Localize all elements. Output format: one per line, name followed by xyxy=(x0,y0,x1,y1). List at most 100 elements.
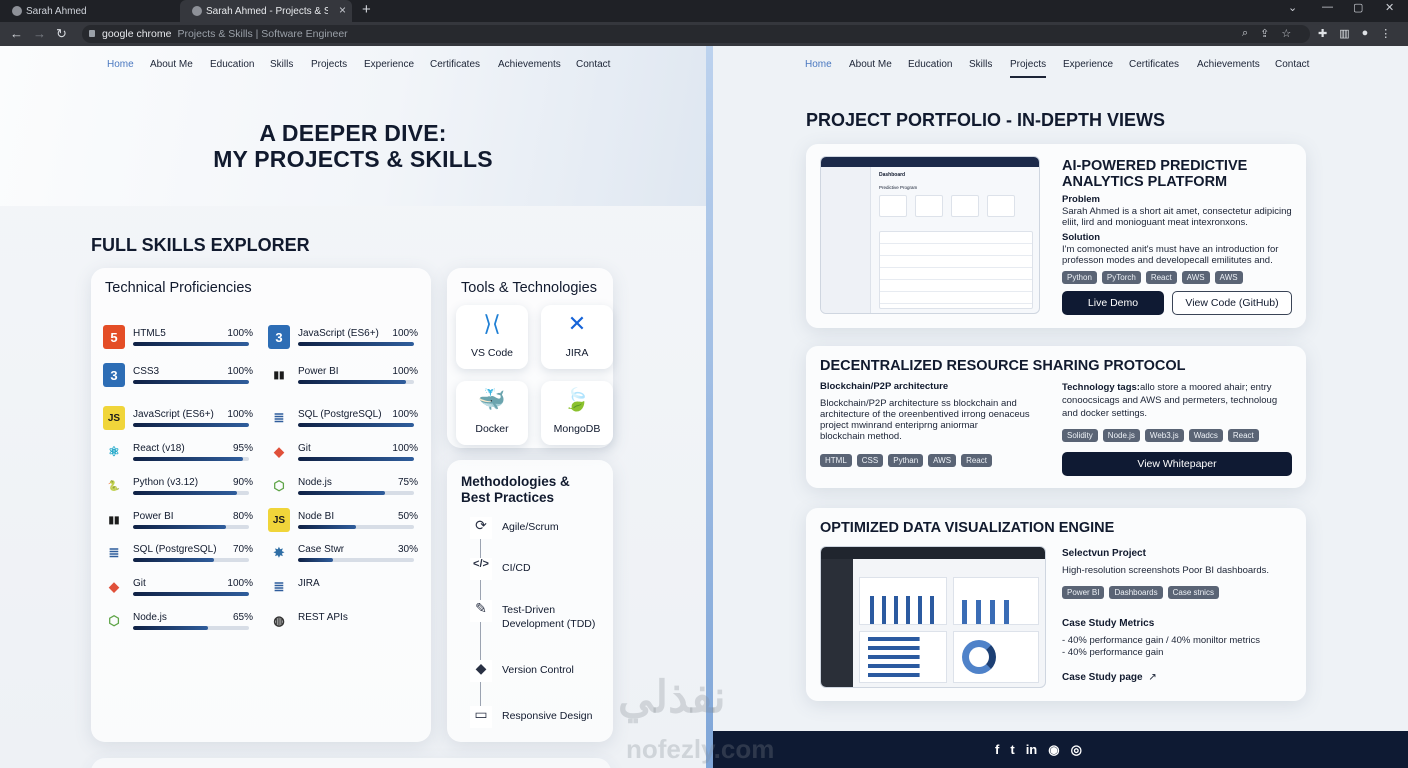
live-demo-button[interactable]: Live Demo xyxy=(1062,291,1164,315)
database-icon: ≣ xyxy=(108,545,120,560)
nav-about[interactable]: About Me xyxy=(150,59,193,70)
maximize-icon[interactable]: ▢ xyxy=(1353,1,1363,14)
extension-icons: ✚ ▥ ● ⋮ xyxy=(1318,27,1391,40)
close-tab-icon[interactable]: × xyxy=(339,3,346,17)
nav-home[interactable]: Home xyxy=(805,59,832,70)
css3-icon: 3 xyxy=(103,363,125,387)
left-navbar: Home About Me Education Skills Projects … xyxy=(0,46,706,84)
technical-proficiencies-card: Technical Proficiencies 5 HTML5 100% 3 CSS3 1… xyxy=(91,268,431,742)
nav-certificates[interactable]: Certificates xyxy=(430,59,480,70)
extensions-icon[interactable]: ✚ xyxy=(1318,27,1327,40)
external-link-icon: ↗ xyxy=(1148,672,1157,683)
view-code-button[interactable]: View Code (GitHub) xyxy=(1172,291,1292,315)
project-card-ai: Dashboard Predictive Program AI-POWERED … xyxy=(806,144,1306,328)
nav-achievements[interactable]: Achievements xyxy=(498,59,561,70)
method-label: CI/CD xyxy=(502,562,531,574)
solution-text: I'm comonected anit's must have an intro… xyxy=(1062,244,1279,255)
mock-subtitle: Predictive Program xyxy=(879,185,918,190)
instagram-icon[interactable]: ◎ xyxy=(1071,742,1082,758)
tech-tags: Solidity Node.js Web3.js Wadcs React xyxy=(1062,429,1259,442)
profile-icon[interactable]: ● xyxy=(1362,27,1369,40)
skill-row: ⬡ Node.js 75% xyxy=(268,477,418,507)
nav-home[interactable]: Home xyxy=(107,59,134,70)
skill-name: CSS3 xyxy=(133,366,160,377)
skill-progress-bar xyxy=(133,525,249,529)
skill-row: JS Node BI 50% xyxy=(268,508,418,541)
facebook-icon[interactable]: f xyxy=(995,742,999,758)
skill-progress-fill xyxy=(298,558,333,562)
tool-label: Docker xyxy=(475,423,509,435)
close-window-icon[interactable]: ✕ xyxy=(1385,1,1394,14)
reload-icon[interactable]: ↻ xyxy=(56,26,67,42)
technology-text: and docker settings. xyxy=(1062,408,1148,419)
tool-docker[interactable]: 🐳 Docker xyxy=(456,381,528,445)
menu-icon[interactable]: ⋮ xyxy=(1380,27,1391,40)
split-divider[interactable] xyxy=(706,46,713,768)
forward-icon[interactable]: → xyxy=(33,26,46,41)
tag: React xyxy=(961,454,992,467)
social-links: f t in ◉ ◎ xyxy=(995,742,1082,758)
address-path: Projects & Skills | Software Engineer xyxy=(177,28,348,40)
skill-percent: 70% xyxy=(232,544,253,555)
tab-search-icon[interactable]: ⌄ xyxy=(1288,1,1297,14)
share-icon[interactable]: ⇪ xyxy=(1260,27,1269,40)
nav-projects[interactable]: Projects xyxy=(311,59,347,70)
skill-progress-bar xyxy=(298,342,414,346)
minimize-icon[interactable]: — xyxy=(1322,1,1333,13)
linkedin-icon[interactable]: in xyxy=(1026,742,1038,758)
project-card-dataviz: OPTIMIZED DATA VISUALIZATION ENGINE Sele… xyxy=(806,508,1306,701)
skill-name: HTML5 xyxy=(133,328,166,339)
tool-mongodb[interactable]: 🍃 MongoDB xyxy=(541,381,613,445)
dashboard-screenshot[interactable]: Dashboard Predictive Program xyxy=(820,156,1040,314)
zoom-icon[interactable]: ⌕ xyxy=(1242,27,1248,40)
skill-progress-fill xyxy=(298,525,356,529)
metrics-label: Case Study Metrics xyxy=(1062,618,1155,629)
technology-text: allo store a moored ahair; entry xyxy=(1140,382,1272,393)
nav-education[interactable]: Education xyxy=(908,59,952,70)
skill-progress-fill xyxy=(133,380,249,384)
tag: React xyxy=(1145,271,1177,284)
tool-vscode[interactable]: ⟩⟨ VS Code xyxy=(456,305,528,369)
nav-contact[interactable]: Contact xyxy=(576,59,610,70)
skill-name: REST APIs xyxy=(298,612,348,623)
nav-contact[interactable]: Contact xyxy=(1275,59,1309,70)
browser-tab-active[interactable]: Sarah Ahmed - Projects & Skills × xyxy=(180,0,352,22)
technology-text: conoocsicags and AWS and permeters, tech… xyxy=(1062,395,1278,406)
tag: Pythan xyxy=(888,454,924,467)
nav-experience[interactable]: Experience xyxy=(1063,59,1113,70)
skill-name: JIRA xyxy=(298,578,320,589)
case-study-link[interactable]: Case Study page ↗ xyxy=(1062,672,1157,683)
skill-progress-bar xyxy=(133,558,249,562)
method-label: Version Control xyxy=(502,664,574,676)
tab-title: Sarah Ahmed - Projects & Skills xyxy=(206,5,328,17)
browser-tab[interactable]: Sarah Ahmed xyxy=(0,0,176,22)
powerbi-screenshot[interactable] xyxy=(820,546,1046,688)
back-icon[interactable]: ← xyxy=(10,26,23,41)
tool-jira[interactable]: ✕ JIRA xyxy=(541,305,613,369)
css3-icon: 3 xyxy=(268,325,290,349)
tag: Web3.js xyxy=(1144,429,1184,442)
nav-about[interactable]: About Me xyxy=(849,59,892,70)
new-tab-button[interactable]: + xyxy=(362,1,371,18)
bookmark-star-icon[interactable]: ☆ xyxy=(1281,27,1291,40)
side-panel-icon[interactable]: ▥ xyxy=(1339,27,1349,40)
nav-projects[interactable]: Projects xyxy=(1010,59,1047,78)
github-icon[interactable]: ◉ xyxy=(1048,742,1059,758)
nav-achievements[interactable]: Achievements xyxy=(1197,59,1260,70)
nav-experience[interactable]: Experience xyxy=(364,59,414,70)
git-icon: ◆ xyxy=(109,579,119,594)
nav-certificates[interactable]: Certificates xyxy=(1129,59,1179,70)
browser-toolbar: ← → ↻ google chrome Projects & Skills | … xyxy=(0,22,1408,46)
nav-skills[interactable]: Skills xyxy=(270,59,293,70)
address-bar[interactable]: google chrome Projects & Skills | Softwa… xyxy=(82,25,1310,43)
mock-table xyxy=(879,231,1033,309)
view-whitepaper-button[interactable]: View Whitepaper xyxy=(1062,452,1292,476)
skill-row: 3 JavaScript (ES6+) 100% xyxy=(268,325,418,358)
twitter-icon[interactable]: t xyxy=(1010,742,1014,758)
nav-education[interactable]: Education xyxy=(210,59,254,70)
skill-percent: 30% xyxy=(397,544,418,555)
mock-donut-chart xyxy=(953,631,1039,683)
nav-skills[interactable]: Skills xyxy=(969,59,992,70)
skill-progress-fill xyxy=(298,457,414,461)
tag: AWS xyxy=(928,454,957,467)
